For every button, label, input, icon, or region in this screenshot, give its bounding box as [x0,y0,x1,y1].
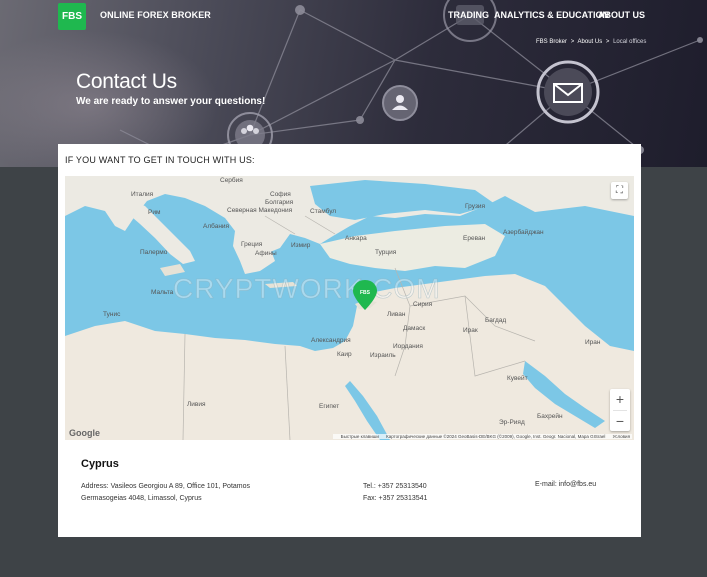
map-label-greece: Греция [241,241,263,248]
map-label-damascus: Дамаск [403,325,425,332]
map-shortcuts-link[interactable]: Быстрые клавиши [341,434,379,439]
map-label-palermo: Палермо [140,249,168,256]
map-label-cairo: Каир [337,351,352,358]
map-land-turkey [320,224,505,271]
nav-trading[interactable]: TRADING [448,10,489,20]
nav-about-us[interactable]: ABOUT US [598,10,645,20]
map-label-turkey: Турция [375,249,397,256]
watermark: CRYPTWORK.COM [173,273,441,304]
map-label-malta: Мальта [151,289,174,296]
nav-analytics-education[interactable]: ANALYTICS & EDUCATION [494,10,609,20]
office-map[interactable]: Италия Сербия Болгария Рим Албания Север… [65,176,634,440]
map-data-credit: Картографические данные ©2024 GeoBasis-D… [386,434,606,439]
office-phones: Tel.: +357 25313540 Fax: +357 25313541 [363,481,427,505]
breadcrumb-current: Local offices [613,39,647,45]
office-tel[interactable]: Tel.: +357 25313540 [363,481,427,493]
breadcrumb-separator: > [570,39,575,45]
map-label-georgia: Грузия [465,203,486,210]
map-label-bulgaria: Болгария [265,199,294,206]
map-label-lebanon: Ливан [387,311,406,318]
map-label-north-macedonia: Северная Македония [227,207,293,214]
zoom-out-button[interactable]: − [610,411,630,432]
map-label-athens: Афины [255,250,277,257]
zoom-controls: + − [610,389,630,431]
map-label-bahrain: Бахрейн [537,412,563,420]
map-label-egypt: Египет [319,403,339,410]
office-fax: Fax: +357 25313541 [363,495,428,502]
site-tagline: ONLINE FOREX BROKER [100,10,211,20]
user-icon-node [382,85,418,121]
page-title: Contact Us [76,70,177,93]
map-label-yerevan: Ереван [463,235,486,242]
contact-card: IF YOU WANT TO GET IN TOUCH WITH US: Ита… [58,144,641,537]
map-attribution: Быстрые клавиши Картографические данные … [332,434,632,439]
map-label-sofia: София [270,191,291,198]
map-label-alexandria: Александрия [311,337,351,344]
map-label-kuwait: Кувейт [507,374,528,382]
breadcrumb-separator: > [605,39,610,45]
breadcrumb-home[interactable]: FBS Broker [536,39,567,45]
map-label-israel: Израиль [370,352,396,359]
map-label-jordan: Иордания [393,343,423,350]
google-logo[interactable]: Google [69,428,100,438]
breadcrumb-about[interactable]: About Us [578,39,603,45]
office-email[interactable]: E-mail: info@fbs.eu [535,481,596,488]
office-country: Cyprus [81,458,119,470]
map-label-tunisia: Тунис [103,311,121,318]
envelope-icon-node [536,60,600,124]
breadcrumb: FBS Broker > About Us > Local offices [536,39,648,45]
map-label-istanbul: Стамбул [310,207,336,215]
map-label-libya: Ливия [187,401,206,408]
map-label-ankara: Анкара [345,235,367,242]
map-label-baghdad: Багдад [485,317,506,324]
fullscreen-icon[interactable]: ⛶ [611,182,628,199]
map-label-serbia: Сербия [220,176,243,184]
map-pin-label: FBS [360,290,371,296]
map-caspian [535,212,595,286]
zoom-in-button[interactable]: + [610,389,630,410]
address-line-2: Germasogeias 4048, Limassol, Cyprus [81,495,202,502]
fbs-logo[interactable]: FBS [58,3,86,30]
map-canvas[interactable]: Италия Сербия Болгария Рим Албания Север… [65,176,634,440]
top-navigation: FBS ONLINE FOREX BROKER TRADING ANALYTIC… [0,0,707,33]
map-label-albania: Албания [203,222,230,230]
contact-heading: IF YOU WANT TO GET IN TOUCH WITH US: [65,155,255,165]
office-address: Address: Vasileos Georgiou A 89, Office … [81,481,301,505]
map-label-riyadh: Эр-Рияд [499,419,525,426]
map-label-iraq: Ирак [463,327,478,334]
hero-banner: FBS ONLINE FOREX BROKER TRADING ANALYTIC… [0,0,707,167]
page-subtitle: We are ready to answer your questions! [76,96,266,107]
map-label-izmir: Измир [291,242,311,249]
map-label-azerbaijan: Азербайджан [503,228,544,236]
map-label-rome: Рим [148,209,161,216]
address-line-1: Address: Vasileos Georgiou A 89, Office … [81,483,251,490]
map-terms-link[interactable]: Условия [613,434,630,439]
map-label-italy: Италия [131,191,154,198]
map-label-iran: Иран [585,339,601,346]
